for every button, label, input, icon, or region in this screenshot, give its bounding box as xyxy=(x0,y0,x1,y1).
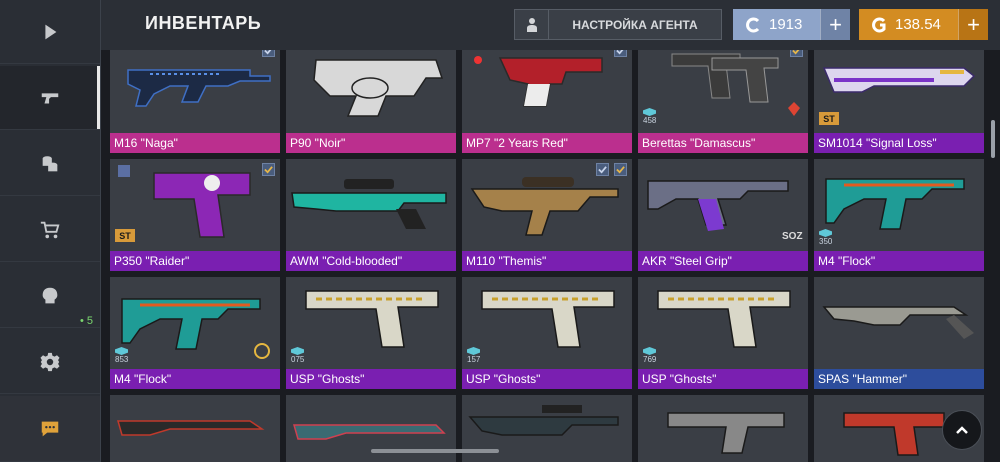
p350-raider-image xyxy=(118,165,251,238)
scroll-to-top-button[interactable] xyxy=(942,410,982,450)
add-credits-button[interactable]: + xyxy=(820,9,850,40)
selected-checkbox[interactable] xyxy=(262,163,275,176)
gold-icon xyxy=(869,15,889,35)
selected-checkbox[interactable] xyxy=(614,50,627,57)
inventory-item[interactable]: 853 M4 "Flock" xyxy=(110,277,280,389)
awm-cold-blooded-image xyxy=(291,179,447,229)
inventory-item[interactable]: 350 M4 "Flock" xyxy=(814,159,984,271)
sidebar-item-finance[interactable] xyxy=(0,132,100,196)
inventory-item[interactable]: AWM "Cold-blooded" xyxy=(286,159,456,271)
selected-checkbox[interactable] xyxy=(596,163,609,176)
inventory-item[interactable]: SPAS "Hammer" xyxy=(814,277,984,389)
credits-balance: 1913 + xyxy=(733,9,850,40)
sidebar: • 5 xyxy=(0,0,101,462)
pistol-icon xyxy=(41,92,59,103)
inventory-item[interactable]: M110 "Themis" xyxy=(462,159,632,271)
m4-flock-image xyxy=(121,298,270,359)
vertical-scrollbar[interactable] xyxy=(991,120,995,158)
gold-balance: 138.54 + xyxy=(859,9,988,40)
item-name: Berettas "Damascus" xyxy=(638,133,808,153)
inventory-item[interactable]: 157 USP "Ghosts" xyxy=(462,277,632,389)
inventory-item[interactable] xyxy=(638,395,808,462)
gear-icon xyxy=(40,352,60,371)
inventory-item[interactable]: MP7 "2 Years Red" xyxy=(462,50,632,153)
inventory-item[interactable] xyxy=(110,395,280,462)
cart-icon xyxy=(40,221,60,238)
m16-naga-image xyxy=(127,69,271,107)
stattrack-badge: ST xyxy=(819,112,839,125)
inventory-item[interactable]: ST P350 "Raider" xyxy=(110,159,280,271)
gold-value: 138.54 xyxy=(895,16,941,33)
item-name: USP "Ghosts" xyxy=(462,369,632,389)
selected-checkbox[interactable] xyxy=(614,163,627,176)
inventory-item[interactable]: SOZ AKR "Steel Grip" xyxy=(638,159,808,271)
top-bar: ИНВЕНТАРЬ НАСТРОЙКА АГЕНТА 1913 + 138.54… xyxy=(101,0,1000,50)
item-count: 769 xyxy=(643,347,656,364)
sidebar-item-settings[interactable] xyxy=(0,330,100,394)
item-name: AWM "Cold-blooded" xyxy=(286,251,456,271)
item-count: 075 xyxy=(291,347,304,364)
inventory-item[interactable]: 458 Berettas "Damascus" xyxy=(638,50,808,153)
item-name: AKR "Steel Grip" xyxy=(638,251,808,271)
chat-icon xyxy=(41,421,59,436)
mp7-2-years-red-image xyxy=(474,56,603,107)
usp-ghosts-image xyxy=(657,290,791,348)
usp-ghosts-image xyxy=(481,290,615,348)
item-count: 853 xyxy=(115,347,128,364)
inventory-item[interactable]: ST SM1014 "Signal Loss" xyxy=(814,50,984,153)
sm1014-signal-loss-image xyxy=(822,67,976,93)
usp-ghosts-image xyxy=(305,290,439,348)
credits-value: 1913 xyxy=(769,16,803,33)
item-name: USP "Ghosts" xyxy=(638,369,808,389)
item-name: P350 "Raider" xyxy=(110,251,280,271)
agent-settings-label: НАСТРОЙКА АГЕНТА xyxy=(572,17,698,32)
chevron-up-icon xyxy=(956,426,968,434)
smg-steel-image xyxy=(667,412,785,454)
stattrack-badge: ST xyxy=(115,229,135,242)
sidebar-item-play[interactable] xyxy=(0,0,100,64)
agent-settings-button[interactable]: НАСТРОЙКА АГЕНТА xyxy=(514,9,722,40)
p90-noir-image xyxy=(313,59,444,117)
sidebar-item-inventory[interactable] xyxy=(0,66,100,130)
sidebar-item-shop[interactable] xyxy=(0,198,100,262)
home-indicator xyxy=(371,449,499,453)
item-name: M4 "Flock" xyxy=(814,251,984,271)
item-name: SPAS "Hammer" xyxy=(814,369,984,389)
credits-icon xyxy=(743,15,763,35)
sidebar-item-chat[interactable] xyxy=(0,396,100,462)
item-count: 458 xyxy=(643,108,656,125)
clan-notification-badge: • 5 xyxy=(80,315,94,327)
item-name: SM1014 "Signal Loss" xyxy=(814,133,984,153)
coins-icon xyxy=(42,155,58,171)
item-name: USP "Ghosts" xyxy=(286,369,456,389)
add-gold-button[interactable]: + xyxy=(958,9,988,40)
selected-checkbox[interactable] xyxy=(790,50,803,57)
agent-icon xyxy=(515,10,549,39)
m4-flock-image xyxy=(825,178,965,230)
page-title: ИНВЕНТАРЬ xyxy=(145,13,262,33)
item-tag: SOZ xyxy=(782,231,803,242)
inventory-item[interactable]: P90 "Noir" xyxy=(286,50,456,153)
item-count: 350 xyxy=(819,229,832,246)
selected-checkbox[interactable] xyxy=(262,50,275,57)
item-name: MP7 "2 Years Red" xyxy=(462,133,632,153)
item-name: P90 "Noir" xyxy=(286,133,456,153)
inventory-item[interactable]: 769 USP "Ghosts" xyxy=(638,277,808,389)
item-count: 157 xyxy=(467,347,480,364)
item-name: M4 "Flock" xyxy=(110,369,280,389)
item-name: M110 "Themis" xyxy=(462,251,632,271)
berettas-damascus-image xyxy=(671,53,800,116)
item-name: M16 "Naga" xyxy=(110,133,280,153)
play-icon xyxy=(45,24,57,39)
inventory-grid: M16 "Naga" P90 "Noir" MP7 "2 Years Red" … xyxy=(101,50,1000,462)
inventory-item[interactable]: 075 USP "Ghosts" xyxy=(286,277,456,389)
inventory-item[interactable]: M16 "Naga" xyxy=(110,50,280,153)
shotgun-red-image xyxy=(117,420,265,436)
spas-hammer-image xyxy=(822,306,974,339)
skull-icon xyxy=(42,287,58,303)
